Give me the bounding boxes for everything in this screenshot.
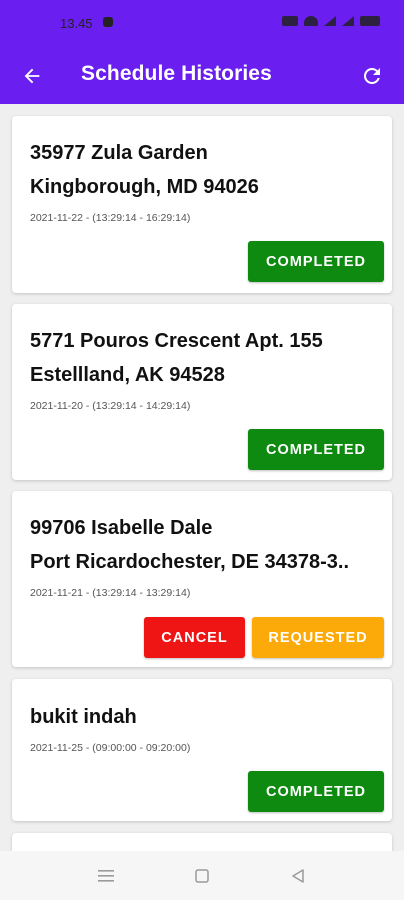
address-line-2: Port Ricardochester, DE 34378-3.. [30, 551, 350, 573]
square-icon [195, 869, 209, 883]
menu-nav-button[interactable] [91, 861, 121, 891]
address-line-1: 5771 Pouros Crescent Apt. 155 [30, 330, 323, 352]
back-button[interactable] [16, 60, 48, 92]
schedule-address: 5771 Pouros Crescent Apt. 155 Estellland… [30, 324, 380, 392]
signal-icon [324, 16, 336, 26]
wifi-icon [304, 16, 318, 26]
schedule-address: 35977 Zula Garden Kingborough, MD 94026 [30, 136, 380, 204]
menu-icon [98, 870, 114, 882]
address-line-1: bukit indah [30, 706, 137, 728]
completed-button[interactable]: COMPLETED [248, 429, 384, 470]
schedule-card[interactable]: 99706 Isabelle Dale Port Ricardochester,… [12, 491, 392, 667]
back-nav-button[interactable] [283, 861, 313, 891]
arrow-left-icon [24, 68, 40, 84]
completed-button[interactable]: COMPLETED [248, 771, 384, 812]
schedule-card[interactable]: 35977 Zula Garden Kingborough, MD 94026 … [12, 116, 392, 293]
schedule-time: 2021-11-25 - (09:00:00 - 09:20:00) [30, 742, 191, 754]
schedule-address: 99706 Isabelle Dale Port Ricardochester,… [30, 511, 380, 579]
battery-icon [360, 16, 380, 26]
triangle-back-icon [292, 869, 304, 883]
screen: 13.45 Schedule Histories 35977 Zula Gard… [0, 0, 404, 900]
status-time: 13.45 [60, 16, 93, 31]
app-bar: Schedule Histories [0, 48, 404, 104]
completed-button[interactable]: COMPLETED [248, 241, 384, 282]
page-title: Schedule Histories [81, 62, 272, 85]
schedule-card[interactable]: bukit indah 2021-11-25 - (09:00:00 - 09:… [12, 679, 392, 821]
refresh-icon [363, 67, 380, 84]
signal-icon [342, 16, 354, 26]
address-line-1: 35977 Zula Garden [30, 142, 208, 164]
status-bar: 13.45 [0, 0, 404, 48]
refresh-button[interactable] [356, 60, 388, 92]
address-line-2: Kingborough, MD 94026 [30, 176, 259, 198]
schedule-time: 2021-11-21 - (13:29:14 - 13:29:14) [30, 587, 191, 599]
notification-icon [103, 17, 113, 27]
address-line-1: 99706 Isabelle Dale [30, 517, 213, 539]
requested-button[interactable]: REQUESTED [252, 617, 384, 658]
schedule-time: 2021-11-22 - (13:29:14 - 16:29:14) [30, 212, 191, 224]
data-icon [282, 16, 298, 26]
address-line-2: Estellland, AK 94528 [30, 364, 225, 386]
cancel-button[interactable]: CANCEL [144, 617, 245, 658]
status-icons [282, 16, 380, 26]
system-nav-bar [0, 851, 404, 900]
home-nav-button[interactable] [187, 861, 217, 891]
schedule-address: bukit indah [30, 700, 380, 734]
schedule-time: 2021-11-20 - (13:29:14 - 14:29:14) [30, 400, 191, 412]
schedule-card[interactable]: 5771 Pouros Crescent Apt. 155 Estellland… [12, 304, 392, 480]
